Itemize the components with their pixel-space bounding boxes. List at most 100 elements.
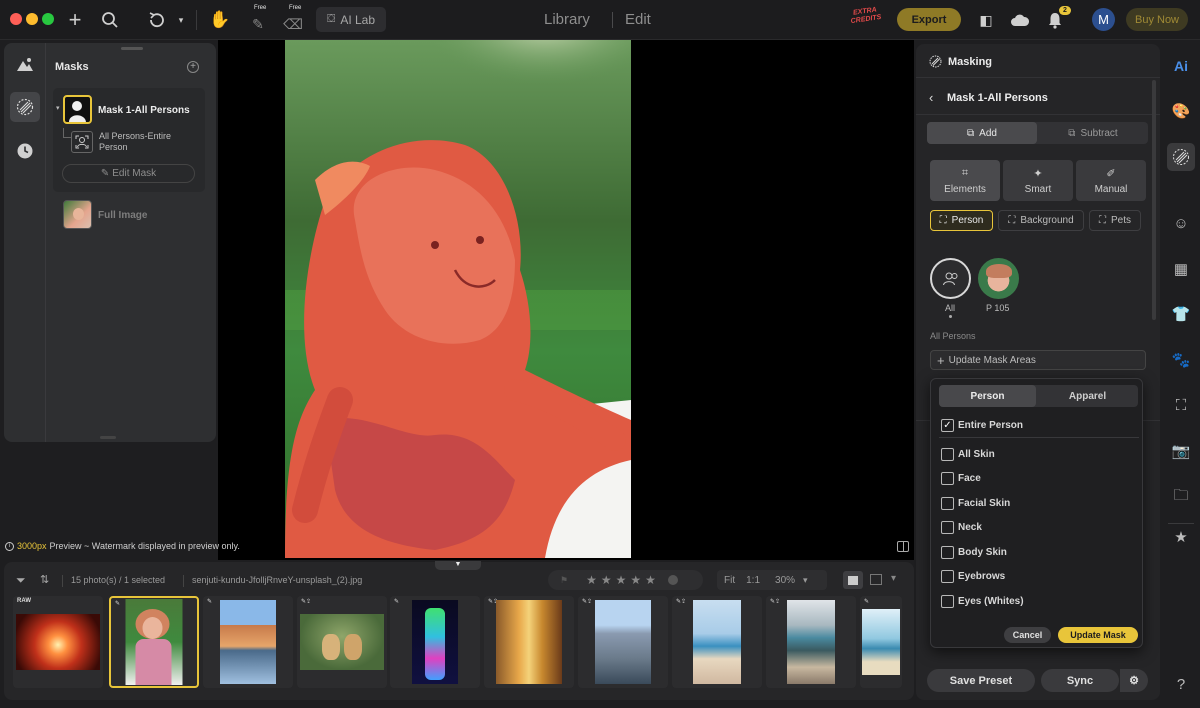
single-view-icon[interactable] (843, 571, 863, 589)
paw-icon[interactable]: 🐾 (1170, 349, 1192, 371)
star-icon[interactable]: ★ (630, 573, 641, 587)
export-button[interactable]: Export (897, 8, 961, 31)
star-icon[interactable]: ★ (586, 573, 597, 587)
person-105-avatar[interactable] (978, 258, 1019, 299)
option-body-skin[interactable]: Body Skin (941, 544, 1007, 560)
camera-icon[interactable]: 📷 (1170, 440, 1192, 462)
update-mask-areas-button[interactable]: + Update Mask Areas (930, 350, 1146, 370)
fit-button[interactable]: Fit (717, 575, 742, 586)
split-view-icon[interactable] (897, 541, 909, 552)
hand-tool-icon[interactable]: ✋ (208, 8, 232, 32)
palette-icon[interactable]: 🎨 (1170, 100, 1192, 122)
zoom-level[interactable]: 30% (764, 575, 803, 586)
search-icon[interactable] (98, 8, 122, 32)
retouch-tool-icon[interactable]: ✎ (246, 12, 270, 36)
sync-settings-icon[interactable]: ⚙ (1120, 669, 1148, 692)
compare-view-icon[interactable] (870, 574, 882, 585)
chevron-down-icon[interactable]: ▾ (891, 573, 896, 584)
filmstrip-thumbnail[interactable]: ✎⇪ (578, 596, 668, 688)
chip-pets[interactable]: ⛶ Pets (1089, 210, 1141, 231)
close-window-button[interactable] (10, 13, 22, 25)
option-all-skin[interactable]: All Skin (941, 446, 995, 462)
filmstrip-thumbnail-selected[interactable]: ✎ (109, 596, 199, 688)
checkbox-icon[interactable] (941, 569, 954, 583)
sort-icon[interactable]: ⇅ (40, 573, 49, 586)
checkbox-icon[interactable] (941, 471, 954, 485)
color-label-dot[interactable] (667, 575, 678, 585)
masking-strip-icon[interactable] (1167, 143, 1195, 171)
edit-tab[interactable]: Edit (625, 11, 651, 28)
undo-icon[interactable] (145, 8, 169, 32)
cloud-icon[interactable] (1008, 8, 1032, 32)
one-to-one-button[interactable]: 1:1 (742, 575, 764, 586)
option-entire-person[interactable]: ✓ Entire Person (941, 417, 1023, 433)
masking-tool-icon[interactable] (10, 92, 40, 122)
option-neck[interactable]: Neck (941, 519, 982, 535)
mode-smart-button[interactable]: ✦ Smart (1003, 160, 1073, 201)
filmstrip-thumbnail[interactable]: ✎⇪ (297, 596, 387, 688)
checkbox-icon[interactable] (941, 496, 954, 510)
filter-icon[interactable]: ⏷ (16, 573, 26, 588)
subtract-button[interactable]: ⧉ Subtract (1038, 122, 1148, 144)
edit-mask-button[interactable]: ✎ Edit Mask (62, 164, 195, 183)
flag-icon[interactable]: ⚑ (560, 575, 568, 586)
minimize-window-button[interactable] (26, 13, 38, 25)
checkbox-icon[interactable] (941, 447, 954, 461)
crop-icon[interactable]: ⛶ (1170, 394, 1192, 416)
full-image-thumbnail[interactable] (63, 200, 92, 229)
chevron-down-icon[interactable]: ▾ (56, 104, 60, 112)
star-icon[interactable]: ★ (645, 573, 656, 587)
full-image-label[interactable]: Full Image (98, 210, 147, 221)
mask-card[interactable]: ▾ Mask 1-All Persons All Persons-Entire … (53, 88, 205, 192)
mask-thumbnail[interactable] (63, 95, 92, 124)
chip-background[interactable]: ⛶ Background (998, 210, 1084, 231)
add-icon[interactable]: + (63, 7, 87, 32)
chevron-down-icon[interactable]: ▾ (803, 575, 808, 586)
all-persons-button[interactable] (930, 258, 971, 299)
mask-sub-item[interactable]: All Persons-Entire Person (99, 131, 189, 153)
filmstrip-thumbnail[interactable]: ✎ (860, 596, 902, 688)
ai-lab-button[interactable]: ⛋ AI Lab (316, 7, 386, 32)
adjustments-icon[interactable] (14, 55, 36, 75)
mask-name[interactable]: Mask 1-All Persons (98, 105, 190, 116)
star-icon[interactable]: ★ (616, 573, 627, 587)
update-mask-button[interactable]: Update Mask (1058, 627, 1138, 643)
panel-resize-handle[interactable] (100, 436, 116, 439)
face-retouch-icon[interactable]: ☺ (1170, 212, 1192, 234)
option-facial-skin[interactable]: Facial Skin (941, 495, 1010, 511)
library-tab[interactable]: Library (544, 11, 590, 28)
filmstrip-thumbnail[interactable]: ✎⇪ (672, 596, 762, 688)
checkbox-icon[interactable] (941, 520, 954, 534)
checkbox-icon[interactable] (941, 545, 954, 559)
filmstrip-thumbnail[interactable]: ✎ (390, 596, 480, 688)
help-icon[interactable]: ? (1170, 673, 1192, 695)
history-clock-icon[interactable] (14, 140, 36, 162)
cancel-button[interactable]: Cancel (1004, 627, 1051, 643)
ai-icon[interactable]: Ai (1170, 55, 1192, 77)
compare-icon[interactable]: ◧ (974, 8, 998, 32)
filmstrip-thumbnail[interactable]: ✎⇪ (484, 596, 574, 688)
eraser-tool-icon[interactable]: ⌫ (281, 12, 305, 36)
checkbox-icon[interactable] (941, 594, 954, 608)
filmstrip-thumbnail[interactable]: ✎ (203, 596, 293, 688)
right-panel-scrollbar[interactable] (1152, 80, 1156, 320)
tab-apparel[interactable]: Apparel (1039, 385, 1136, 407)
maximize-window-button[interactable] (42, 13, 54, 25)
filmstrip-thumbnail[interactable]: ✎⇪ (766, 596, 856, 688)
masked-photo[interactable] (285, 40, 631, 558)
extra-credits-badge[interactable]: EXTRA CREDITS (845, 5, 888, 32)
add-button[interactable]: ⧉ Add (927, 122, 1037, 144)
back-chevron-icon[interactable]: ‹ (929, 90, 933, 105)
checkbox-checked-icon[interactable]: ✓ (941, 418, 954, 432)
user-avatar[interactable]: M (1092, 8, 1115, 31)
collapse-filmstrip-button[interactable]: ▼ (435, 561, 481, 570)
add-mask-icon[interactable]: + (187, 61, 199, 73)
option-face[interactable]: Face (941, 470, 981, 486)
bookmark-star-icon[interactable]: ★ (1170, 526, 1192, 548)
texture-icon[interactable]: ▦ (1170, 258, 1192, 280)
save-preset-button[interactable]: Save Preset (927, 669, 1035, 692)
shirt-icon[interactable]: 👕 (1170, 303, 1192, 325)
chevron-down-icon[interactable]: ▾ (169, 8, 193, 32)
folder-settings-icon[interactable]: 🗀 (1170, 486, 1192, 508)
chip-person[interactable]: ⛶ Person (930, 210, 993, 231)
